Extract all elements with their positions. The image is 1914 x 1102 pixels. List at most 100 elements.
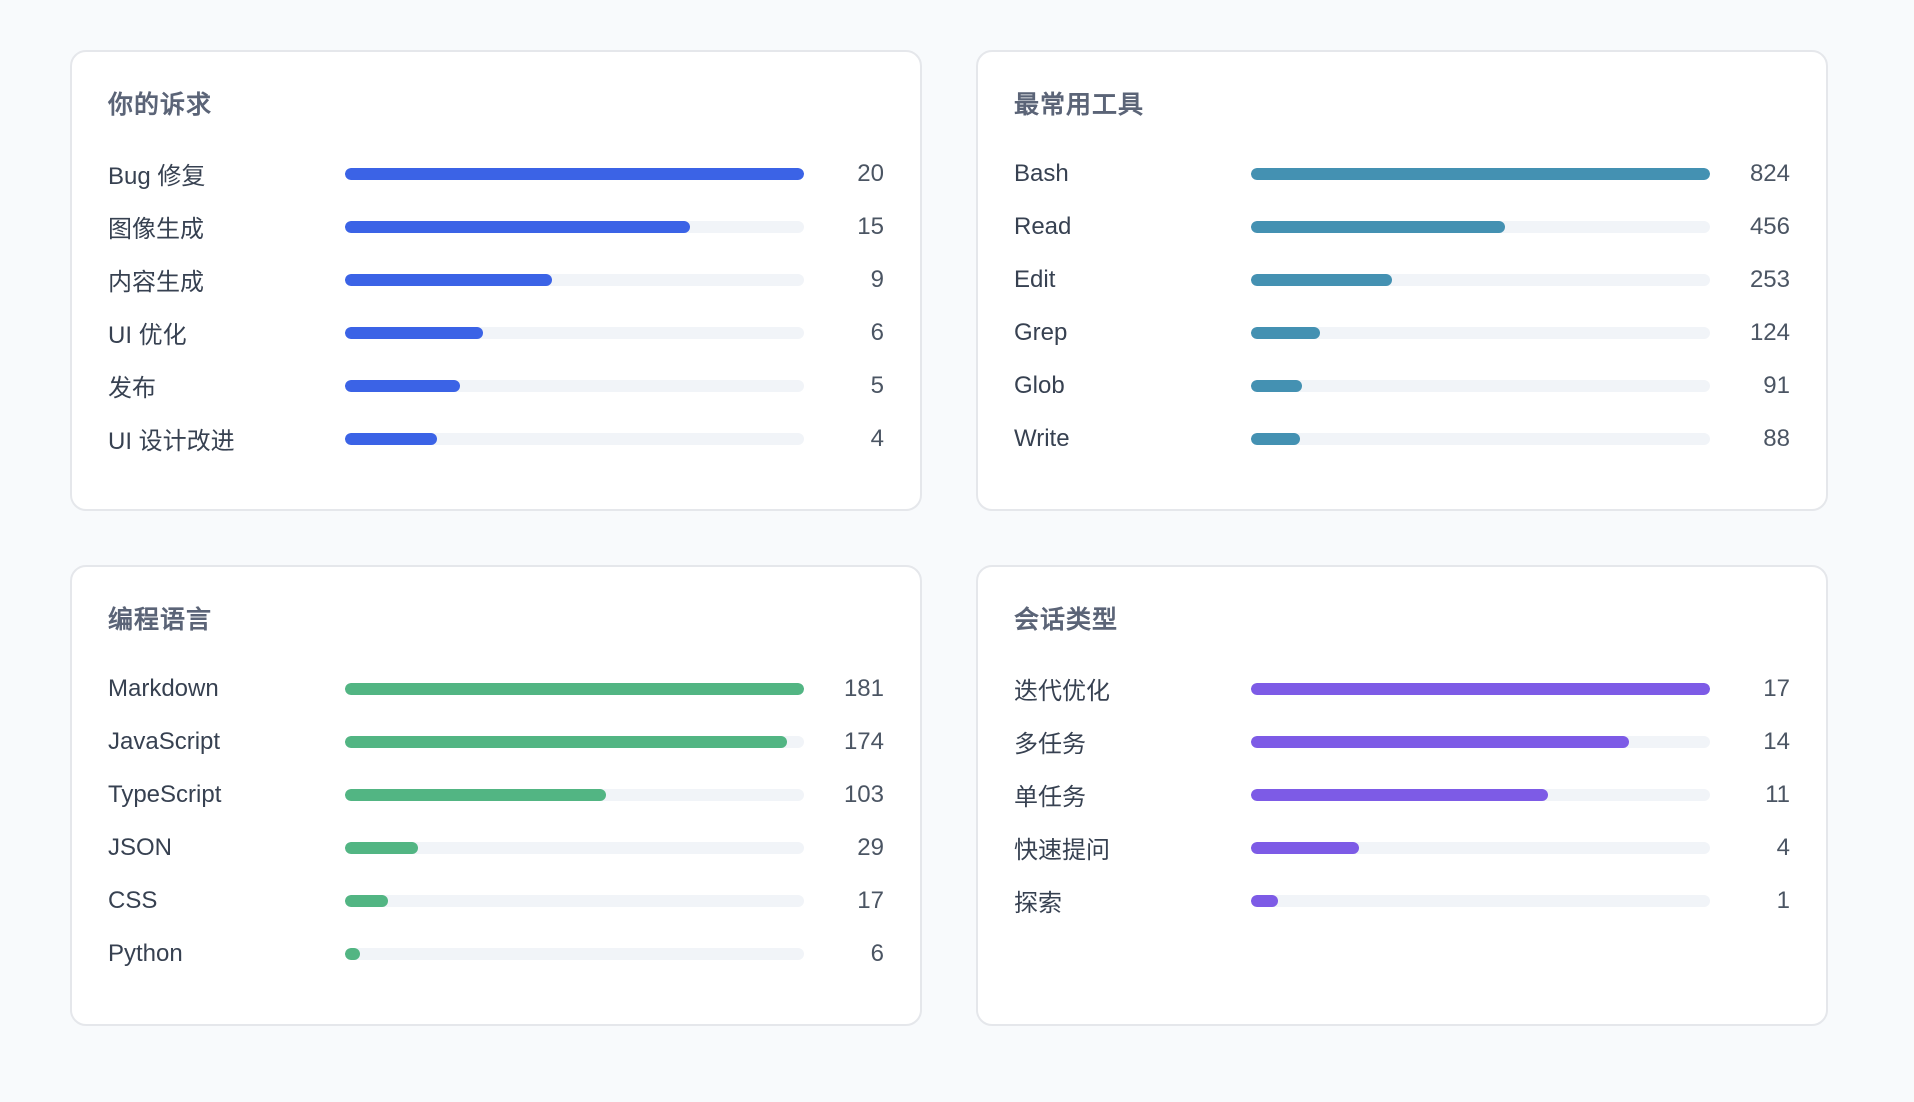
bar-track <box>344 841 805 854</box>
bar-row: 发布 5 <box>108 359 884 412</box>
chart-card: 最常用工具 Bash 824 Read 456 Edit 253 Grep 124 Glob 91… <box>976 50 1828 511</box>
bar-label: 迭代优化 <box>1014 678 1110 705</box>
bar-value: 20 <box>857 159 884 187</box>
bar-row: Read 456 <box>1014 200 1790 253</box>
bar-label: Read <box>1014 212 1072 240</box>
bar-track <box>344 273 805 286</box>
bar-row: Bug 修复 20 <box>108 147 884 200</box>
bar-row: Grep 124 <box>1014 306 1790 359</box>
bar-fill <box>344 947 361 960</box>
bar-value: 4 <box>870 424 884 452</box>
bar-fill <box>1250 894 1278 907</box>
bar-label: UI 设计改进 <box>108 428 235 455</box>
bar-row: 探索 1 <box>1014 874 1790 927</box>
bar-value: 15 <box>857 212 884 240</box>
bar-fill <box>1250 326 1320 339</box>
bar-value: 4 <box>1776 833 1790 861</box>
bar-fill <box>1250 167 1711 180</box>
bar-track <box>344 735 805 748</box>
bar-label: Bash <box>1014 159 1069 187</box>
bar-track <box>344 894 805 907</box>
bar-track <box>344 167 805 180</box>
bar-fill <box>344 273 552 286</box>
bar-fill <box>344 220 690 233</box>
bar-fill <box>344 841 419 854</box>
bar-row: JSON 29 <box>108 821 884 874</box>
bar-track <box>1250 326 1711 339</box>
bar-label: UI 优化 <box>108 322 187 349</box>
bar-track <box>1250 432 1711 445</box>
bar-fill <box>1250 379 1302 392</box>
bar-label: 单任务 <box>1014 784 1086 811</box>
bar-value: 17 <box>857 886 884 914</box>
bar-label: Glob <box>1014 371 1065 399</box>
bar-value: 124 <box>1749 318 1790 346</box>
bar-label: 多任务 <box>1014 731 1086 758</box>
bar-value: 174 <box>843 727 884 755</box>
bar-label: Edit <box>1014 265 1056 293</box>
bar-row: Markdown 181 <box>108 662 884 715</box>
dashboard-grid: 你的诉求 Bug 修复 20 图像生成 15 内容生成 9 UI 优化 6 发布 5 UI 设计改进… <box>70 50 1828 1026</box>
bar-track <box>344 379 805 392</box>
bar-fill <box>344 326 483 339</box>
bar-track <box>1250 273 1711 286</box>
bar-row: 单任务 11 <box>1014 768 1790 821</box>
bar-value: 253 <box>1749 265 1790 293</box>
bar-fill <box>1250 273 1392 286</box>
bar-row: CSS 17 <box>108 874 884 927</box>
bar-track <box>1250 735 1711 748</box>
bar-value: 29 <box>857 833 884 861</box>
bar-fill <box>344 682 805 695</box>
bar-value: 6 <box>870 318 884 346</box>
bar-fill <box>344 735 787 748</box>
bar-label: 探索 <box>1014 890 1062 917</box>
bar-value: 456 <box>1749 212 1790 240</box>
bar-fill <box>344 788 607 801</box>
bar-label: JavaScript <box>108 727 221 755</box>
bar-value: 88 <box>1763 424 1790 452</box>
bar-track <box>344 682 805 695</box>
bar-row: Python 6 <box>108 927 884 980</box>
bar-track <box>1250 167 1711 180</box>
bar-value: 9 <box>870 265 884 293</box>
bar-track <box>344 947 805 960</box>
bar-track <box>1250 894 1711 907</box>
bar-fill <box>344 432 437 445</box>
bar-row: 内容生成 9 <box>108 253 884 306</box>
bar-fill <box>344 379 460 392</box>
bar-row: 图像生成 15 <box>108 200 884 253</box>
bar-label: JSON <box>108 833 173 861</box>
bar-label: Bug 修复 <box>108 163 206 190</box>
bar-label: Grep <box>1014 318 1068 346</box>
bar-label: Write <box>1014 424 1070 452</box>
bar-label: 快速提问 <box>1014 837 1110 864</box>
bar-label: CSS <box>108 886 158 914</box>
bar-row: Write 88 <box>1014 412 1790 465</box>
bar-value: 824 <box>1749 159 1790 187</box>
bar-track <box>1250 682 1711 695</box>
bar-list: Bash 824 Read 456 Edit 253 Grep 124 Glob 91 Write 8… <box>1014 147 1790 465</box>
bar-label: Markdown <box>108 674 219 702</box>
bar-track <box>344 220 805 233</box>
bar-fill <box>344 894 388 907</box>
bar-row: UI 优化 6 <box>108 306 884 359</box>
bar-value: 5 <box>870 371 884 399</box>
bar-fill <box>1250 220 1506 233</box>
bar-row: 快速提问 4 <box>1014 821 1790 874</box>
chart-card: 你的诉求 Bug 修复 20 图像生成 15 内容生成 9 UI 优化 6 发布 5 UI 设计改进… <box>70 50 922 511</box>
bar-fill <box>1250 682 1711 695</box>
bar-label: 发布 <box>108 375 156 402</box>
bar-value: 6 <box>870 939 884 967</box>
bar-list: 迭代优化 17 多任务 14 单任务 11 快速提问 4 探索 1 <box>1014 662 1790 927</box>
bar-track <box>344 788 805 801</box>
bar-track <box>344 326 805 339</box>
chart-title: 会话类型 <box>1014 606 1119 634</box>
bar-value: 103 <box>843 780 884 808</box>
bar-row: Edit 253 <box>1014 253 1790 306</box>
chart-card: 编程语言 Markdown 181 JavaScript 174 TypeScript 1… <box>70 565 922 1026</box>
bar-value: 181 <box>843 674 884 702</box>
bar-track <box>1250 379 1711 392</box>
bar-row: JavaScript 174 <box>108 715 884 768</box>
bar-row: UI 设计改进 4 <box>108 412 884 465</box>
bar-label: 内容生成 <box>108 269 204 296</box>
